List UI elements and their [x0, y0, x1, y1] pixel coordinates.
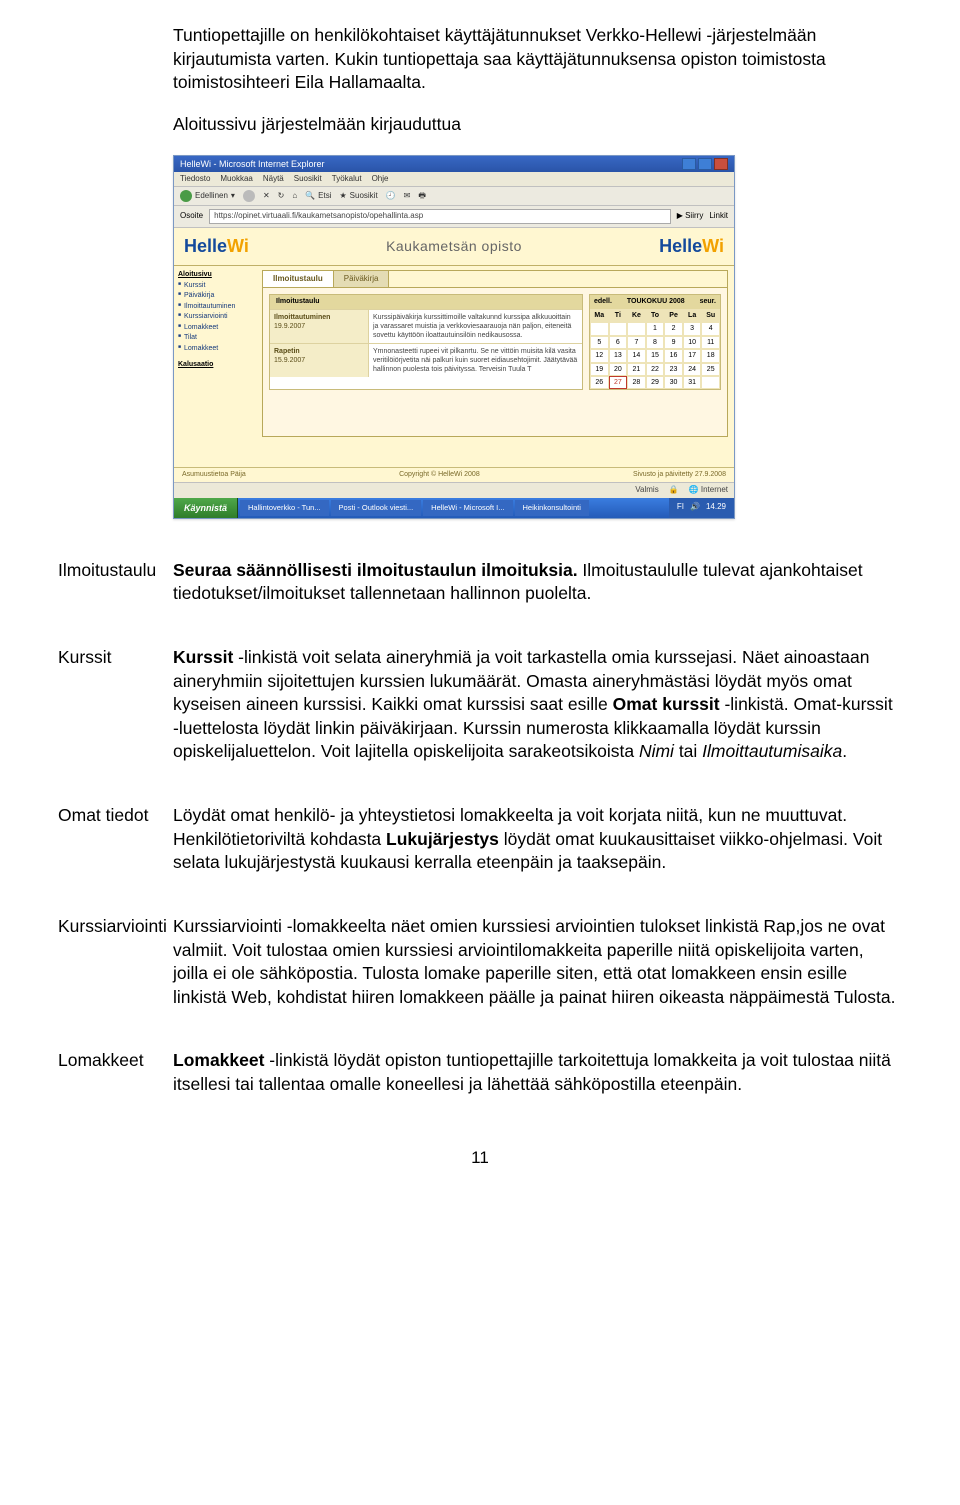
cal-month: TOUKOKUU 2008: [627, 297, 685, 306]
start-button[interactable]: Käynnistä: [174, 498, 238, 518]
sidebar-item[interactable]: Lomakkeet: [178, 323, 258, 333]
sidebar-item[interactable]: Ilmoittautuminen: [178, 302, 258, 312]
titlebar: HelleWi - Microsoft Internet Explorer: [174, 156, 734, 172]
favorites-button[interactable]: ★Suosikit: [340, 191, 378, 202]
history-icon[interactable]: 🕘: [386, 191, 396, 202]
task-item[interactable]: Hallintoverkko - Tun...: [240, 500, 329, 516]
section-label-lomakkeet: Lomakkeet: [58, 1049, 173, 1073]
toolbar: Edellinen ▾ ✕ ↻ ⌂ 🔍Etsi ★Suosikit 🕘 ✉ 🖶: [174, 187, 734, 206]
section-label-omat-tiedot: Omat tiedot: [58, 804, 173, 828]
system-tray: FI 🔊 14.29: [669, 498, 734, 518]
maximize-icon[interactable]: [698, 158, 712, 170]
sections: Ilmoitustaulu Seuraa säännöllisesti ilmo…: [58, 559, 902, 1117]
section-text: Seuraa säännöllisesti ilmoitustaulun ilm…: [173, 559, 902, 606]
cal-next[interactable]: seur.: [700, 297, 716, 306]
task-item[interactable]: HelleWi - Microsoft I...: [423, 500, 512, 516]
table-row: Ilmoittautuminen19.9.2007 Kurssipäiväkir…: [270, 309, 582, 343]
table-row: Rapetin15.9.2007 Ymnonasteetti rupeei vi…: [270, 343, 582, 377]
calendar-grid: MaTiKeToPeLaSu 1234 567891011 1213141516…: [590, 309, 720, 390]
sidebar-item[interactable]: Kurssit: [178, 281, 258, 291]
address-bar: Osoite https://opinet.virtuaali.fi/kauka…: [174, 206, 734, 228]
stop-icon[interactable]: ✕: [263, 191, 270, 202]
menu-item[interactable]: Muokkaa: [220, 174, 252, 185]
school-name: Kaukametsän opisto: [386, 237, 522, 256]
intro-block: Tuntiopettajille on henkilökohtaiset käy…: [173, 24, 902, 137]
menu-item[interactable]: Tiedosto: [180, 174, 210, 185]
print-icon[interactable]: 🖶: [418, 191, 426, 202]
page-footer: Asumuustietoa Päija Copyright © HelleWi …: [174, 467, 734, 481]
back-button[interactable]: Edellinen ▾: [180, 190, 235, 202]
app-logo: HelleWi: [184, 234, 249, 258]
intro-p2: Aloitussivu järjestelmään kirjauduttua: [173, 113, 902, 137]
page-number: 11: [58, 1147, 902, 1170]
status-text: Valmis: [635, 485, 658, 496]
calendar: edell. TOUKOKUU 2008 seur. MaTiKeToPeLaS…: [589, 294, 721, 390]
main-panel: Ilmoitustaulu Päiväkirja Ilmoitustaulu I…: [262, 270, 728, 438]
section-label-ilmoitustaulu: Ilmoitustaulu: [58, 559, 173, 583]
menu-item[interactable]: Työkalut: [332, 174, 362, 185]
sidebar-heading: Aloitusivu: [178, 270, 258, 279]
section-text: Kurssiarviointi -lomakkeelta näet omien …: [173, 915, 902, 1010]
section-label-kurssit: Kurssit: [58, 646, 173, 670]
task-item[interactable]: Heikinkonsultointi: [515, 500, 589, 516]
address-label: Osoite: [180, 211, 203, 222]
panel-title: Ilmoitustaulu: [276, 297, 320, 306]
zone-label: 🌐 Internet: [689, 485, 728, 496]
minimize-icon[interactable]: [682, 158, 696, 170]
section-text: Lomakkeet -linkistä löydät opiston tunti…: [173, 1049, 902, 1096]
section-text: Löydät omat henkilö- ja yhteystietosi lo…: [173, 804, 902, 875]
sidebar-item[interactable]: Lomakkeet: [178, 344, 258, 354]
sidebar: Aloitusivu Kurssit Päiväkirja Ilmoittaut…: [174, 266, 262, 468]
statusbar: Valmis 🔒 🌐 Internet: [174, 482, 734, 498]
close-icon[interactable]: [714, 158, 728, 170]
tabs: Ilmoitustaulu Päiväkirja: [263, 271, 727, 289]
sidebar-heading: Kalusaatio: [178, 360, 258, 369]
menu-item[interactable]: Suosikit: [294, 174, 322, 185]
screenshot: HelleWi - Microsoft Internet Explorer Ti…: [173, 155, 902, 519]
sidebar-item[interactable]: Kurssiarviointi: [178, 312, 258, 322]
announcement-panel: Ilmoitustaulu Ilmoittautuminen19.9.2007 …: [269, 294, 583, 390]
sidebar-item[interactable]: Päiväkirja: [178, 291, 258, 301]
mail-icon[interactable]: ✉: [404, 191, 411, 202]
home-icon[interactable]: ⌂: [292, 191, 297, 202]
cal-prev[interactable]: edell.: [594, 297, 612, 306]
section-text: Kurssit -linkistä voit selata aineryhmiä…: [173, 646, 902, 764]
window-title: HelleWi - Microsoft Internet Explorer: [180, 158, 325, 170]
menubar: Tiedosto Muokkaa Näytä Suosikit Työkalut…: [174, 172, 734, 188]
tab-diary[interactable]: Päiväkirja: [334, 271, 390, 288]
taskbar: Käynnistä Hallintoverkko - Tun... Posti …: [174, 498, 734, 518]
refresh-icon[interactable]: ↻: [278, 191, 285, 202]
app-header: HelleWi Kaukametsän opisto HelleWi: [174, 228, 734, 265]
menu-item[interactable]: Ohje: [372, 174, 389, 185]
search-button[interactable]: 🔍Etsi: [305, 191, 331, 202]
task-item[interactable]: Posti - Outlook viesti...: [331, 500, 422, 516]
app-logo-right: HelleWi: [659, 234, 724, 258]
intro-p1: Tuntiopettajille on henkilökohtaiset käy…: [173, 24, 902, 95]
menu-item[interactable]: Näytä: [263, 174, 284, 185]
sidebar-item[interactable]: Tilat: [178, 333, 258, 343]
page-content: HelleWi Kaukametsän opisto HelleWi Aloit…: [174, 228, 734, 482]
links-label[interactable]: Linkit: [709, 211, 728, 222]
forward-button[interactable]: [243, 190, 255, 202]
clock: 14.29: [706, 502, 726, 513]
go-button[interactable]: ▶ Siirry: [677, 211, 704, 222]
tab-announcements[interactable]: Ilmoitustaulu: [263, 271, 334, 288]
address-input[interactable]: https://opinet.virtuaali.fi/kaukametsano…: [209, 209, 671, 224]
browser-window: HelleWi - Microsoft Internet Explorer Ti…: [173, 155, 735, 519]
section-label-kurssiarviointi: Kurssiarviointi: [58, 915, 173, 939]
